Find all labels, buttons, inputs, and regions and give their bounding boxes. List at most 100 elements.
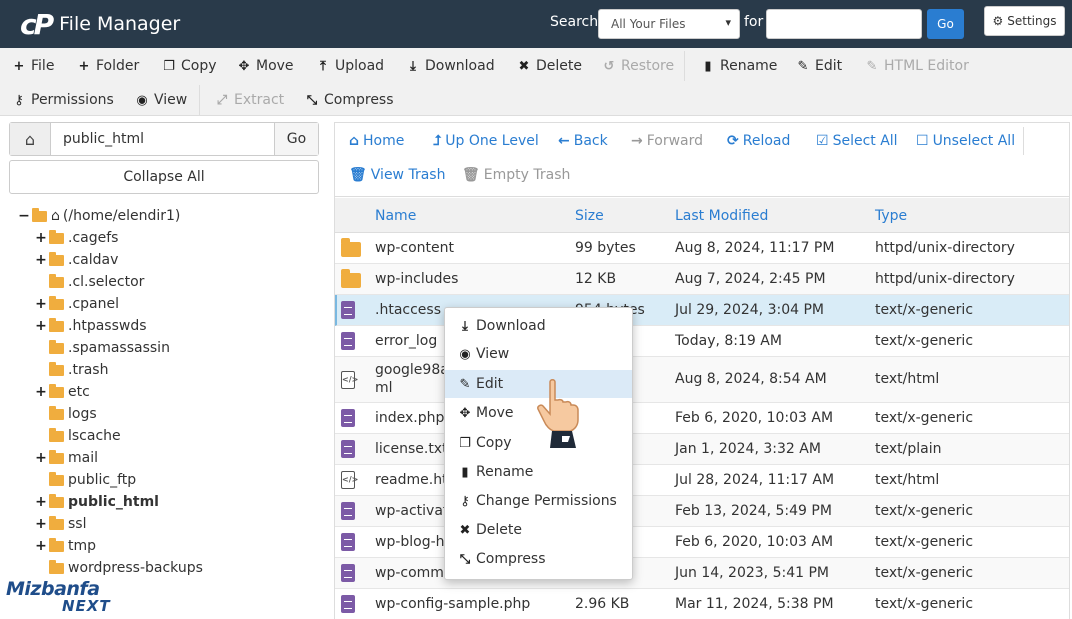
path-go-button[interactable]: Go — [274, 123, 318, 155]
expand-toggle[interactable]: + — [35, 538, 47, 554]
table-row[interactable]: wp-content 99 bytes Aug 8, 2024, 11:17 P… — [335, 233, 1069, 264]
expand-toggle[interactable]: + — [35, 450, 47, 466]
menu-item-download[interactable]: ⤓ Download — [445, 312, 632, 340]
arrow-left-icon: ← — [558, 133, 570, 149]
extract-button[interactable]: ⤢ Extract — [215, 90, 284, 110]
view-trash-button[interactable]: 🗑 View Trash — [349, 165, 445, 185]
copy-button[interactable]: ❐ Copy — [162, 56, 216, 76]
file-name: wp-comme — [375, 565, 453, 581]
nav-reload-button[interactable]: ⟳ Reload — [727, 131, 790, 151]
expand-toggle[interactable]: + — [35, 230, 47, 246]
search-input[interactable] — [766, 9, 922, 39]
tree-item-etc[interactable]: + etc — [35, 381, 90, 403]
select-all-button[interactable]: ☑ Select All — [816, 131, 898, 151]
column-size[interactable]: Size — [575, 208, 604, 224]
tree-item-mail[interactable]: + mail — [35, 447, 98, 469]
expand-toggle[interactable]: + — [35, 494, 47, 510]
path-input[interactable]: public_html — [63, 131, 144, 147]
trash-icon: 🗑 — [349, 167, 367, 183]
new-folder-button[interactable]: + Folder — [77, 56, 140, 76]
tree-item-ssl[interactable]: + ssl — [35, 513, 86, 535]
move-button[interactable]: ✥ Move — [237, 56, 294, 76]
tree-item-htpasswds[interactable]: + .htpasswds — [35, 315, 147, 337]
file-name-wrap: ml — [375, 380, 393, 396]
new-file-button[interactable]: + File — [12, 56, 55, 76]
upload-button[interactable]: ⤒ Upload — [316, 56, 384, 76]
html-editor-button[interactable]: ✎ HTML Editor — [865, 56, 969, 76]
tree-item-wordpress-backups[interactable]: wordpress-backups — [35, 557, 203, 579]
expand-toggle[interactable]: + — [35, 296, 47, 312]
view-label: View — [154, 92, 188, 108]
expand-toggle[interactable]: + — [35, 252, 47, 268]
home-icon[interactable]: ⌂ — [10, 123, 51, 155]
nav-up-level-button[interactable]: ⮥ Up One Level — [433, 131, 539, 151]
folder-icon — [49, 471, 64, 486]
column-type[interactable]: Type — [875, 208, 907, 224]
nav-home-button[interactable]: ⌂ Home — [349, 131, 404, 151]
tree-item-label: ssl — [68, 516, 87, 532]
new-file-label: File — [31, 58, 55, 74]
tree-item-trash[interactable]: .trash — [35, 359, 108, 381]
compress-label: Compress — [324, 92, 394, 108]
folder-icon — [49, 339, 64, 354]
file-icon — [341, 533, 355, 551]
tree-item-label: (/home/elendir1) — [62, 208, 181, 224]
menu-item-rename[interactable]: ▮ Rename — [445, 458, 632, 486]
menu-item-change-permissions[interactable]: ⚷ Change Permissions — [445, 487, 632, 515]
expand-toggle[interactable]: + — [35, 318, 47, 334]
menu-item-label: View — [476, 346, 510, 362]
nav-forward-button[interactable]: → Forward — [631, 131, 703, 151]
cpanel-logo[interactable]: cP File Manager — [20, 0, 180, 48]
tree-item-logs[interactable]: logs — [35, 403, 97, 425]
checkbox-checked-icon: ☑ — [816, 133, 829, 149]
unselect-all-label: Unselect All — [932, 133, 1016, 149]
table-row[interactable]: wp-includes 12 KB Aug 7, 2024, 2:45 PM h… — [335, 264, 1069, 295]
compress-button[interactable]: ⤡ Compress — [305, 90, 394, 110]
table-row[interactable]: wp-config-sample.php 2.96 KB Mar 11, 202… — [335, 589, 1069, 619]
edit-button[interactable]: ✎ Edit — [796, 56, 843, 76]
tree-item-cl-selector[interactable]: .cl.selector — [35, 271, 144, 293]
expand-toggle[interactable]: + — [35, 384, 47, 400]
tree-item-public-ftp[interactable]: public_ftp — [35, 469, 136, 491]
nav-back-button[interactable]: ← Back — [558, 131, 608, 151]
restore-button[interactable]: ↺ Restore — [602, 56, 675, 76]
cpanel-logo-mark: cP — [20, 7, 54, 41]
tree-item-cpanel[interactable]: + .cpanel — [35, 293, 119, 315]
folder-icon — [49, 537, 64, 552]
tree-item-cagefs[interactable]: + .cagefs — [35, 227, 118, 249]
rename-button[interactable]: ▮ Rename — [701, 56, 777, 76]
column-name[interactable]: Name — [375, 208, 416, 224]
tree-item-label: lscache — [68, 428, 121, 444]
menu-item-delete[interactable]: ✖ Delete — [445, 516, 632, 544]
unselect-all-button[interactable]: ☐ Unselect All — [916, 131, 1015, 151]
tree-item-label: etc — [68, 384, 90, 400]
collapse-all-button[interactable]: Collapse All — [9, 160, 319, 194]
chevron-down-icon: ▾ — [725, 16, 731, 29]
folder-icon — [49, 405, 64, 420]
menu-item-view[interactable]: ◉ View — [445, 340, 632, 368]
permissions-button[interactable]: ⚷ Permissions — [12, 90, 114, 110]
column-last-modified[interactable]: Last Modified — [675, 208, 768, 224]
compress-icon: ⤡ — [306, 92, 318, 108]
view-button[interactable]: ◉ View — [135, 90, 187, 110]
delete-button[interactable]: ✖ Delete — [517, 56, 582, 76]
download-button[interactable]: ⤓ Download — [406, 56, 494, 76]
settings-button[interactable]: ⚙ Settings — [984, 6, 1065, 36]
pencil-icon: ✎ — [797, 58, 809, 74]
tree-item-lscache[interactable]: lscache — [35, 425, 121, 447]
folder-icon — [49, 251, 64, 266]
empty-trash-button[interactable]: 🗑 Empty Trash — [462, 165, 570, 185]
close-icon: ✖ — [459, 522, 471, 538]
menu-item-compress[interactable]: ⤡ Compress — [445, 545, 632, 573]
tree-item-home[interactable]: − ⌂ (/home/elendir1) — [18, 205, 180, 227]
expand-toggle[interactable]: + — [35, 516, 47, 532]
tree-item-spamassassin[interactable]: .spamassassin — [35, 337, 170, 359]
tree-item-public-html[interactable]: + public_html — [35, 491, 159, 513]
collapse-toggle[interactable]: − — [18, 208, 30, 224]
search-scope-select[interactable]: All Your Files ▾ — [598, 9, 740, 39]
level-up-icon: ⮥ — [433, 133, 442, 149]
file-modified: Feb 6, 2020, 10:03 AM — [675, 534, 834, 550]
tree-item-caldav[interactable]: + .caldav — [35, 249, 118, 271]
search-go-button[interactable]: Go — [927, 9, 964, 39]
tree-item-tmp[interactable]: + tmp — [35, 535, 96, 557]
